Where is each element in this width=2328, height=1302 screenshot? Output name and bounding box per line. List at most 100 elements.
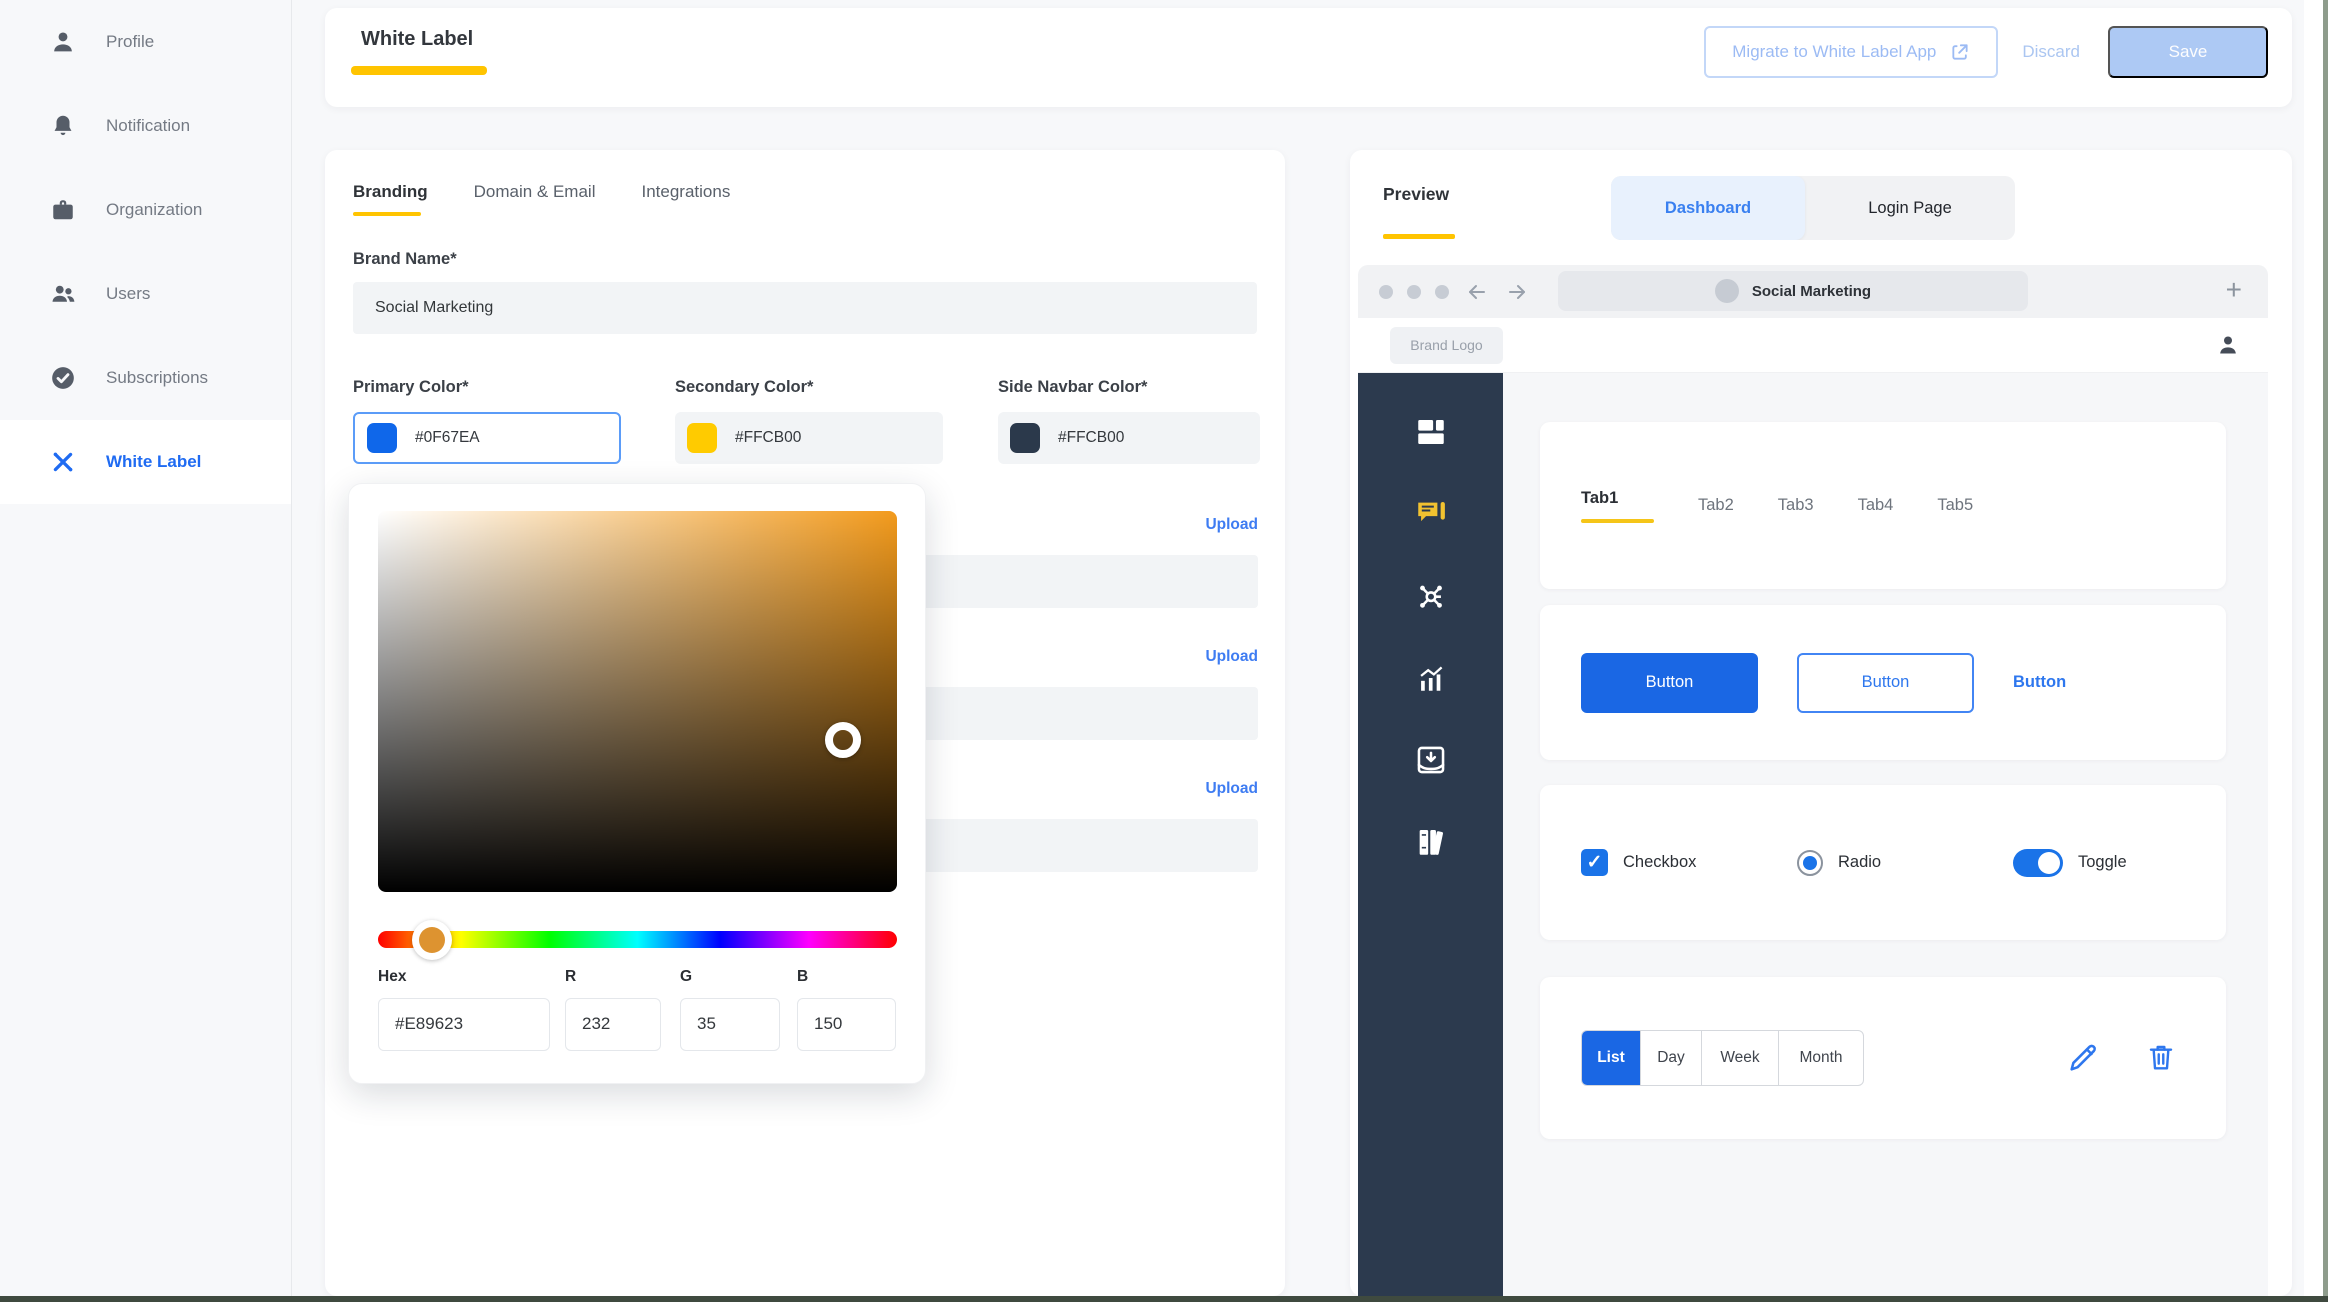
tab-branding[interactable]: Branding bbox=[353, 182, 428, 216]
organization-icon bbox=[50, 197, 76, 223]
nav-connections[interactable] bbox=[1358, 555, 1503, 637]
active-tab-underline bbox=[351, 66, 487, 75]
side-navbar-color-label: Side Navbar Color* bbox=[998, 378, 1147, 397]
demo-tab-3[interactable]: Tab3 bbox=[1778, 496, 1814, 515]
demo-button-outlined[interactable]: Button bbox=[1797, 653, 1974, 713]
nav-posts[interactable] bbox=[1358, 473, 1503, 555]
chat-compose-icon bbox=[1414, 497, 1448, 531]
demo-button-text[interactable]: Button bbox=[2013, 673, 2066, 692]
topbar: White Label Migrate to White Label App D… bbox=[325, 8, 2292, 107]
notification-icon bbox=[50, 113, 76, 139]
edit-pencil-icon[interactable] bbox=[2066, 1041, 2100, 1075]
sidebar-item-subscriptions[interactable]: Subscriptions bbox=[0, 336, 291, 420]
hue-slider-handle[interactable] bbox=[412, 920, 452, 960]
preview-navbar bbox=[1358, 373, 1503, 1296]
b-label: B bbox=[797, 968, 808, 986]
sidebar-item-white-label[interactable]: White Label bbox=[0, 420, 291, 504]
save-button[interactable]: Save bbox=[2108, 26, 2268, 78]
tab-domain-email[interactable]: Domain & Email bbox=[474, 182, 596, 216]
tab-integrations[interactable]: Integrations bbox=[641, 182, 730, 216]
side-navbar-color-swatch bbox=[1010, 423, 1040, 453]
brand-name-input[interactable]: Social Marketing bbox=[353, 282, 1257, 334]
b-input[interactable]: 150 bbox=[797, 998, 896, 1051]
g-label: G bbox=[680, 968, 692, 986]
saturation-value-handle[interactable] bbox=[825, 722, 861, 758]
r-input[interactable]: 232 bbox=[565, 998, 661, 1051]
toggle-label: Toggle bbox=[2078, 853, 2127, 872]
window-dot bbox=[1435, 285, 1449, 299]
browser-chrome: Social Marketing + bbox=[1358, 265, 2268, 318]
migrate-button-label: Migrate to White Label App bbox=[1732, 42, 1936, 62]
forward-arrow-icon bbox=[1505, 280, 1529, 304]
hue-slider[interactable] bbox=[378, 931, 897, 948]
demo-tab-1[interactable]: Tab1 bbox=[1581, 489, 1654, 523]
tab-white-label[interactable]: White Label bbox=[361, 28, 473, 51]
demo-view-switch-card: List Day Week Month bbox=[1540, 977, 2226, 1139]
new-tab-icon: + bbox=[2226, 275, 2242, 305]
primary-color-field[interactable]: #0F67EA bbox=[353, 412, 621, 464]
back-arrow-icon bbox=[1465, 280, 1489, 304]
checkbox-label: Checkbox bbox=[1623, 853, 1696, 872]
checkbox-group: ✓ Checkbox bbox=[1581, 785, 1696, 940]
demo-toggle[interactable] bbox=[2013, 849, 2063, 877]
demo-controls-card: ✓ Checkbox Radio Toggle bbox=[1540, 785, 2226, 940]
toggle-group: Toggle bbox=[2013, 785, 2127, 940]
brand-logo-placeholder: Brand Logo bbox=[1390, 327, 1503, 364]
secondary-color-value: #FFCB00 bbox=[735, 429, 801, 447]
demo-button-filled[interactable]: Button bbox=[1581, 653, 1758, 713]
primary-color-swatch bbox=[367, 423, 397, 453]
sidebar-item-users[interactable]: Users bbox=[0, 252, 291, 336]
r-label: R bbox=[565, 968, 576, 986]
nav-inbox[interactable] bbox=[1358, 719, 1503, 801]
browser-mockup: Social Marketing + Brand Logo Tab1 Tab bbox=[1358, 265, 2268, 1296]
demo-radio[interactable] bbox=[1797, 850, 1823, 876]
demo-tab-5[interactable]: Tab5 bbox=[1937, 496, 1973, 515]
radio-group: Radio bbox=[1797, 785, 1881, 940]
sidebar-item-notification[interactable]: Notification bbox=[0, 84, 291, 168]
address-bar: Social Marketing bbox=[1558, 271, 2028, 311]
sidebar-item-label: Organization bbox=[106, 200, 202, 220]
nav-analytics[interactable] bbox=[1358, 637, 1503, 719]
sidebar-item-profile[interactable]: Profile bbox=[0, 0, 291, 84]
demo-buttons-card: Button Button Button bbox=[1540, 605, 2226, 760]
view-day[interactable]: Day bbox=[1640, 1031, 1701, 1085]
preview-title: Preview bbox=[1383, 184, 1449, 205]
delete-trash-icon[interactable] bbox=[2145, 1041, 2177, 1073]
browser-tab-title: Social Marketing bbox=[1752, 283, 1871, 300]
view-list[interactable]: List bbox=[1582, 1031, 1640, 1085]
view-week[interactable]: Week bbox=[1701, 1031, 1778, 1085]
sidebar-item-label: Notification bbox=[106, 116, 190, 136]
demo-tab-4[interactable]: Tab4 bbox=[1858, 496, 1894, 515]
sidebar-item-organization[interactable]: Organization bbox=[0, 168, 291, 252]
nav-dashboard[interactable] bbox=[1358, 391, 1503, 473]
secondary-color-field[interactable]: #FFCB00 bbox=[675, 412, 943, 464]
secondary-color-label: Secondary Color* bbox=[675, 378, 813, 397]
migrate-button[interactable]: Migrate to White Label App bbox=[1704, 26, 1998, 78]
preview-app-header: Brand Logo bbox=[1358, 318, 2268, 373]
side-navbar-color-field[interactable]: #FFCB00 bbox=[998, 412, 1260, 464]
window-right-edge bbox=[2304, 0, 2328, 1302]
hex-input[interactable]: #E89623 bbox=[378, 998, 550, 1051]
inbox-download-icon bbox=[1414, 743, 1448, 777]
preview-tab-login-page[interactable]: Login Page bbox=[1805, 176, 2015, 240]
sidebar-item-label: Users bbox=[106, 284, 150, 304]
sidebar-item-label: Profile bbox=[106, 32, 154, 52]
brand-name-label: Brand Name* bbox=[353, 250, 457, 269]
preview-tab-dashboard[interactable]: Dashboard bbox=[1611, 176, 1805, 240]
demo-tab-2[interactable]: Tab2 bbox=[1698, 496, 1734, 515]
nav-library[interactable] bbox=[1358, 801, 1503, 883]
discard-button[interactable]: Discard bbox=[2022, 42, 2080, 62]
view-switch: List Day Week Month bbox=[1581, 1030, 1864, 1086]
profile-icon bbox=[50, 29, 76, 55]
topbar-actions: Migrate to White Label App Discard Save bbox=[1704, 26, 2268, 78]
window-dot bbox=[1407, 285, 1421, 299]
window-dot bbox=[1379, 285, 1393, 299]
radio-label: Radio bbox=[1838, 853, 1881, 872]
g-input[interactable]: 35 bbox=[680, 998, 780, 1051]
primary-color-label: Primary Color* bbox=[353, 378, 469, 397]
sidebar-item-label: White Label bbox=[106, 452, 201, 472]
demo-checkbox[interactable]: ✓ bbox=[1581, 849, 1608, 876]
saturation-value-area[interactable] bbox=[378, 511, 897, 892]
user-avatar-icon bbox=[2216, 333, 2240, 357]
view-month[interactable]: Month bbox=[1778, 1031, 1863, 1085]
